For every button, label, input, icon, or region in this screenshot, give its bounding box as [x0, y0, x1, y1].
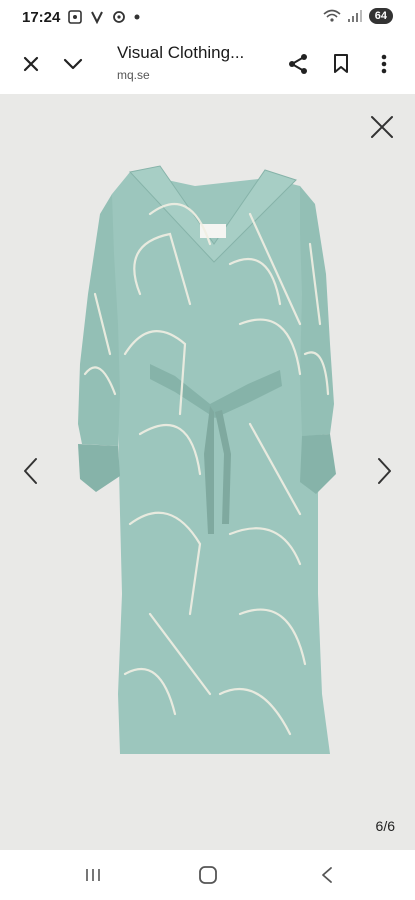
back-button[interactable] [312, 862, 342, 888]
status-bar: 17:24 64 [0, 0, 415, 34]
product-image [78, 165, 336, 754]
battery-indicator: 64 [368, 8, 393, 24]
collapse-button[interactable] [55, 46, 91, 82]
close-tab-button[interactable] [13, 46, 49, 82]
right-sleeve [300, 186, 334, 436]
right-cuff [300, 434, 336, 494]
more-options-button[interactable] [366, 46, 402, 82]
bookmark-button[interactable] [323, 46, 359, 82]
close-icon [371, 116, 393, 138]
close-icon [23, 56, 39, 72]
close-viewer-button[interactable] [369, 114, 395, 140]
wifi-icon [323, 9, 341, 22]
screenshot-icon [68, 10, 82, 24]
page-title: Visual Clothing... [117, 43, 245, 62]
image-counter: 6/6 [375, 818, 395, 834]
chevron-down-icon [63, 58, 83, 70]
app-icon [91, 11, 103, 24]
sync-icon [113, 11, 125, 23]
share-icon [289, 54, 307, 74]
prev-arrow-icon [24, 458, 37, 484]
recent-apps-button[interactable] [78, 862, 108, 888]
next-arrow-icon [378, 458, 391, 484]
recent-apps-icon [86, 869, 100, 881]
next-image-button[interactable] [373, 456, 395, 486]
page-url: mq.se [117, 68, 150, 82]
home-button[interactable] [193, 862, 223, 888]
status-time: 17:24 [22, 9, 61, 26]
dot-icon [134, 14, 140, 20]
image-viewer: 6/6 [0, 94, 415, 850]
previous-image-button[interactable] [20, 456, 42, 486]
system-nav-bar [0, 850, 415, 900]
share-button[interactable] [280, 46, 316, 82]
browser-toolbar: Visual Clothing... mq.se [0, 34, 415, 94]
home-icon [199, 866, 217, 884]
bookmark-icon [334, 54, 348, 73]
notification-icons [68, 10, 140, 24]
left-cuff [78, 444, 120, 492]
back-icon [322, 867, 332, 883]
dress-body [108, 172, 330, 754]
signal-icon [347, 10, 362, 22]
more-vert-icon [381, 54, 387, 74]
